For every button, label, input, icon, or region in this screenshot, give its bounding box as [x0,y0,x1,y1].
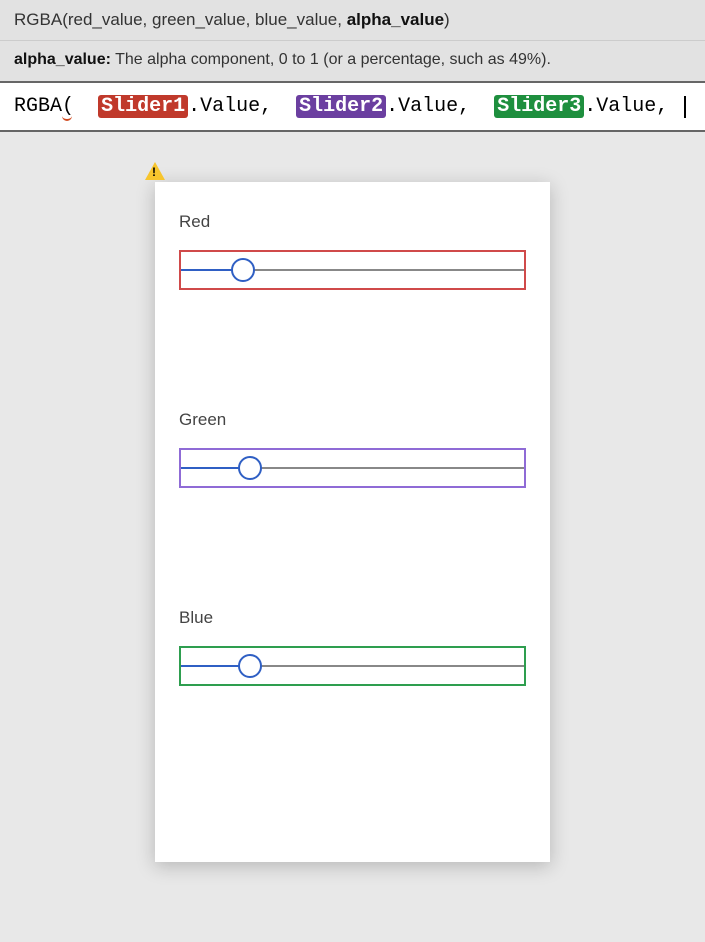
token-slider1[interactable]: Slider1 [98,95,188,118]
slider-thumb[interactable] [238,456,262,480]
formula-bar[interactable]: RGBA( Slider1.Value, Slider2.Value, Slid… [0,83,705,132]
text-cursor [684,96,686,118]
warning-icon [145,162,165,180]
token-slider2[interactable]: Slider2 [296,95,386,118]
prop-3: .Value [584,95,656,118]
slider-green[interactable] [179,448,526,488]
sig-p1: red_value [68,10,143,29]
prop-2: .Value [386,95,458,118]
sig-fn: RGBA [14,10,62,29]
formula-open-paren: ( [62,95,74,118]
slider-label-green: Green [179,410,526,430]
slider-block-green: Green [179,410,526,488]
slider-red[interactable] [179,250,526,290]
hint-label: alpha_value: [14,51,111,68]
hint-text: The alpha component, 0 to 1 (or a percen… [115,51,551,68]
prop-1: .Value [188,95,260,118]
formula-fn: RGBA [14,95,62,118]
slider-blue[interactable] [179,646,526,686]
form-card[interactable]: Red Green Blue [155,182,550,862]
slider-label-red: Red [179,212,526,232]
slider-label-blue: Blue [179,608,526,628]
sig-active-param: alpha_value [347,10,444,29]
sig-p3: blue_value [255,10,337,29]
token-slider3[interactable]: Slider3 [494,95,584,118]
slider-block-red: Red [179,212,526,290]
slider-block-blue: Blue [179,608,526,686]
intellisense-signature: RGBA(red_value, green_value, blue_value,… [0,0,705,41]
intellisense-hint: alpha_value: The alpha component, 0 to 1… [0,41,705,83]
slider-thumb[interactable] [231,258,255,282]
slider-thumb[interactable] [238,654,262,678]
canvas[interactable]: Red Green Blue [0,132,705,862]
sig-p2: green_value [152,10,246,29]
